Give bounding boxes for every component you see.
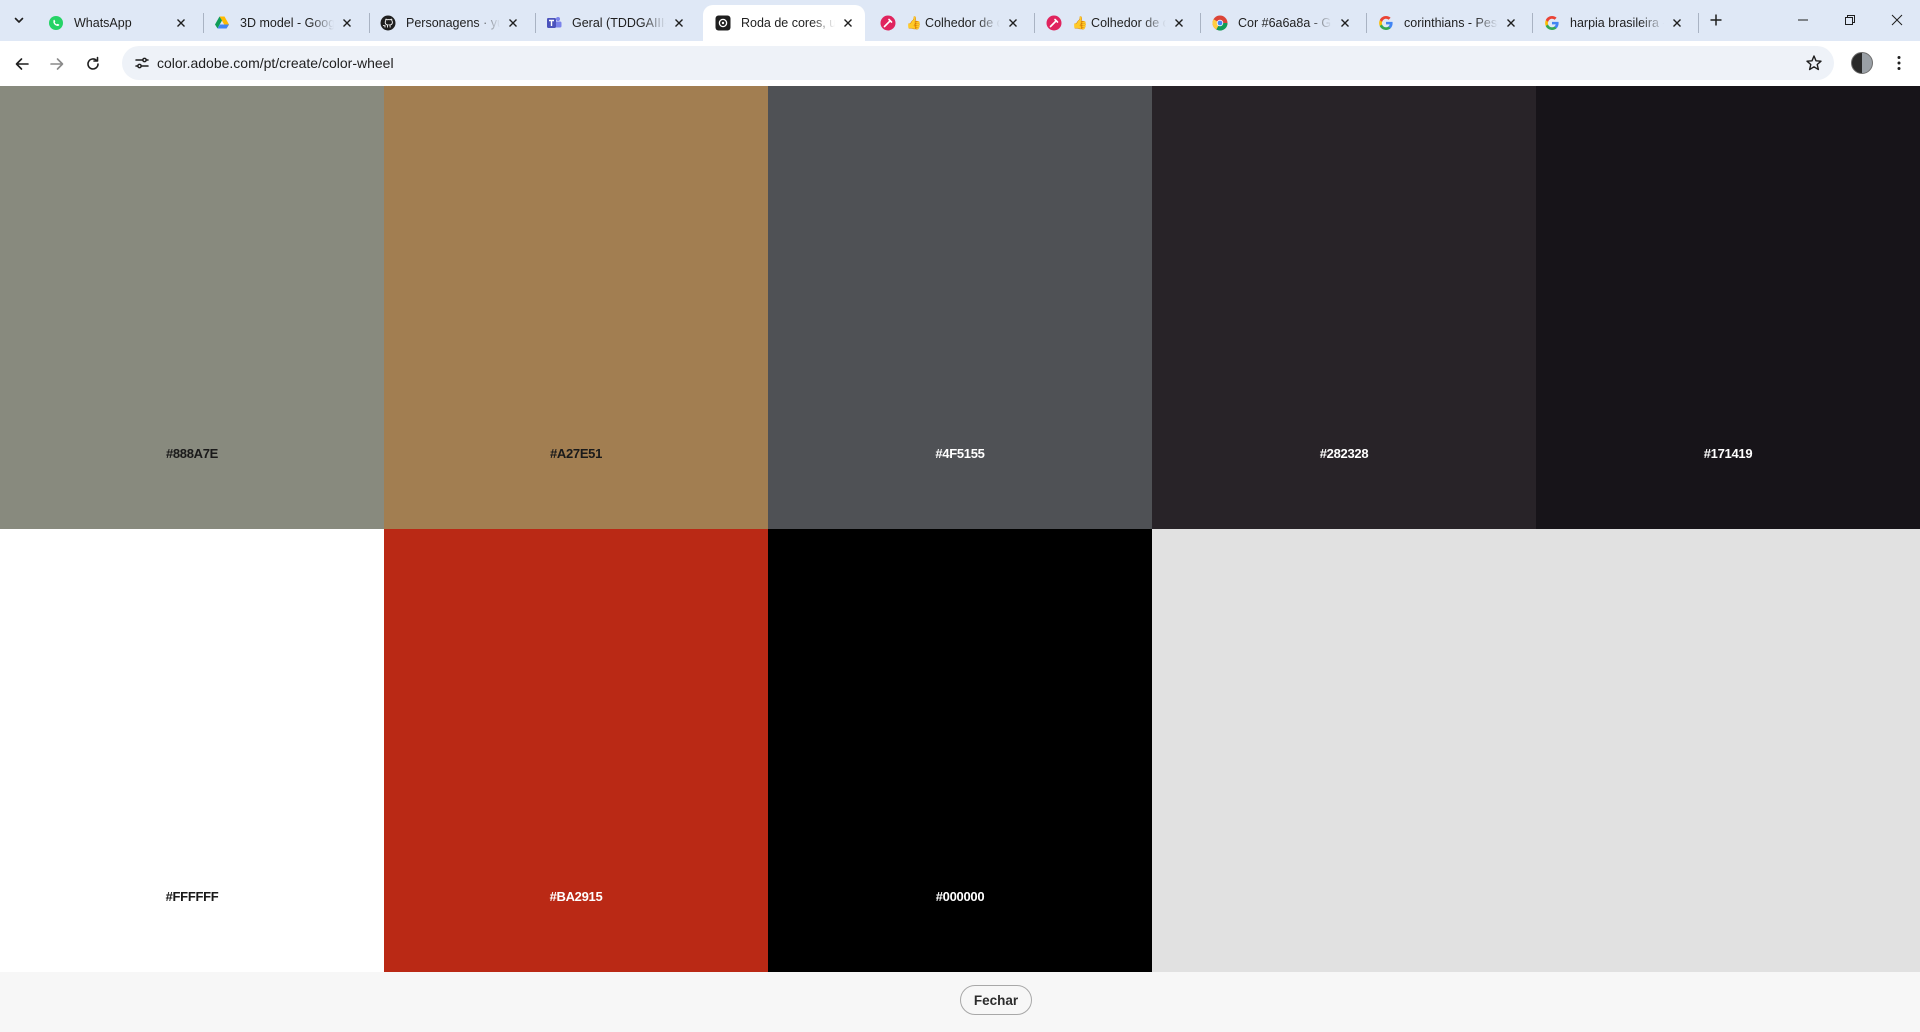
tab-title: Personagens · yuri xyxy=(406,16,500,30)
arrow-right-icon xyxy=(50,58,64,70)
minimize-icon xyxy=(1798,19,1808,21)
close-button[interactable]: Fechar xyxy=(960,985,1032,1015)
window-close-button[interactable] xyxy=(1875,0,1919,40)
hex-code: #A27E51 xyxy=(549,446,603,461)
tab-title: 👍 Colhedor de cores xyxy=(1072,15,1166,30)
close-icon xyxy=(1891,14,1903,26)
hex-code: #282328 xyxy=(1319,446,1369,461)
close-icon[interactable] xyxy=(172,14,190,32)
hex-code: #BA2915 xyxy=(549,889,603,904)
reload-icon xyxy=(87,56,99,70)
tab-google-drive[interactable]: 3D model - Google xyxy=(202,5,364,41)
tab-color-picker[interactable]: 👍 Colhedor de cores xyxy=(1034,5,1196,41)
plus-icon xyxy=(1710,14,1722,26)
chevron-down-icon xyxy=(14,17,24,23)
google-drive-icon xyxy=(214,15,230,31)
url-text[interactable]: color.adobe.com/pt/create/color-wheel xyxy=(157,55,394,71)
restore-button[interactable] xyxy=(1828,0,1872,40)
color-swatch[interactable]: #171419 xyxy=(1536,86,1920,529)
color-swatch[interactable]: #BA2915 xyxy=(384,529,768,972)
close-icon[interactable] xyxy=(504,14,522,32)
color-swatch[interactable]: #888A7E xyxy=(0,86,384,529)
reload-button[interactable] xyxy=(79,50,107,78)
color-swatch[interactable]: #282328 xyxy=(1152,86,1536,529)
color-swatch[interactable]: #A27E51 xyxy=(384,86,768,529)
hex-code: #000000 xyxy=(935,889,985,904)
color-swatch-grid: #888A7E #A27E51 #4F5155 #282328 #171419 … xyxy=(0,86,1920,972)
tab-title: 3D model - Google xyxy=(240,16,334,30)
close-icon[interactable] xyxy=(1004,14,1022,32)
browser-toolbar: color.adobe.com/pt/create/color-wheel xyxy=(0,41,1920,86)
hex-code: #171419 xyxy=(1703,446,1753,461)
tab-title: 👍 Colhedor de cores xyxy=(906,15,1000,30)
close-icon[interactable] xyxy=(1170,14,1188,32)
chrome-icon xyxy=(1212,15,1228,31)
teams-icon xyxy=(546,15,562,31)
address-bar[interactable]: color.adobe.com/pt/create/color-wheel xyxy=(122,46,1834,80)
close-icon[interactable] xyxy=(1668,14,1686,32)
hex-code: #FFFFFF xyxy=(165,889,219,904)
tab-github[interactable]: Personagens · yuri xyxy=(368,5,530,41)
color-picker-icon xyxy=(880,15,896,31)
back-button[interactable] xyxy=(8,50,36,78)
tab-google-search[interactable]: corinthians - Pesquisa xyxy=(1366,5,1528,41)
close-icon[interactable] xyxy=(839,14,857,32)
browser-menu-button[interactable] xyxy=(1888,52,1910,74)
tab-title: Roda de cores, um xyxy=(741,16,835,30)
close-icon[interactable] xyxy=(1336,14,1354,32)
forward-button[interactable] xyxy=(43,50,71,78)
color-swatch[interactable]: #FFFFFF xyxy=(0,529,384,972)
close-icon[interactable] xyxy=(670,14,688,32)
google-icon xyxy=(1544,15,1560,31)
empty-swatch-area xyxy=(1152,529,1920,972)
tab-title: harpia brasileira - xyxy=(1570,16,1664,30)
tab-google-search[interactable]: harpia brasileira - xyxy=(1532,5,1694,41)
minimize-button[interactable] xyxy=(1781,0,1825,40)
adobe-icon xyxy=(715,15,731,31)
close-icon[interactable] xyxy=(1502,14,1520,32)
bookmark-star-icon[interactable] xyxy=(1804,53,1824,73)
more-vert-icon xyxy=(1897,56,1901,70)
tab-title: Cor #6a6a8a - Guia xyxy=(1238,16,1332,30)
hex-code: #888A7E xyxy=(165,446,219,461)
tab-strip: WhatsApp 3D model - Google Personagens ·… xyxy=(0,0,1920,41)
close-icon[interactable] xyxy=(338,14,356,32)
tab-teams[interactable]: Geral (TDDGAIII-3 xyxy=(534,5,696,41)
page-content: #888A7E #A27E51 #4F5155 #282328 #171419 … xyxy=(0,86,1920,1032)
tab-title: WhatsApp xyxy=(74,16,132,30)
color-swatch[interactable]: #4F5155 xyxy=(768,86,1152,529)
profile-avatar[interactable] xyxy=(1851,52,1873,74)
tab-adobe-color[interactable]: Roda de cores, um xyxy=(703,5,865,41)
hex-code: #4F5155 xyxy=(935,446,985,461)
arrow-left-icon xyxy=(15,58,29,70)
restore-icon xyxy=(1845,15,1855,25)
github-icon xyxy=(380,15,396,31)
new-tab-button[interactable] xyxy=(1704,8,1728,32)
tab-title: corinthians - Pesquisa xyxy=(1404,16,1498,30)
tab-whatsapp[interactable]: WhatsApp xyxy=(36,5,198,41)
whatsapp-icon xyxy=(48,15,64,31)
color-swatch[interactable]: #000000 xyxy=(768,529,1152,972)
site-info-icon[interactable] xyxy=(132,53,152,73)
tab-title: Geral (TDDGAIII-3 xyxy=(572,16,666,30)
tab-color-picker[interactable]: 👍 Colhedor de cores xyxy=(868,5,1030,41)
tab-color-guide[interactable]: Cor #6a6a8a - Guia xyxy=(1200,5,1362,41)
color-picker-icon xyxy=(1046,15,1062,31)
google-icon xyxy=(1378,15,1394,31)
tab-search-button[interactable] xyxy=(8,9,30,31)
